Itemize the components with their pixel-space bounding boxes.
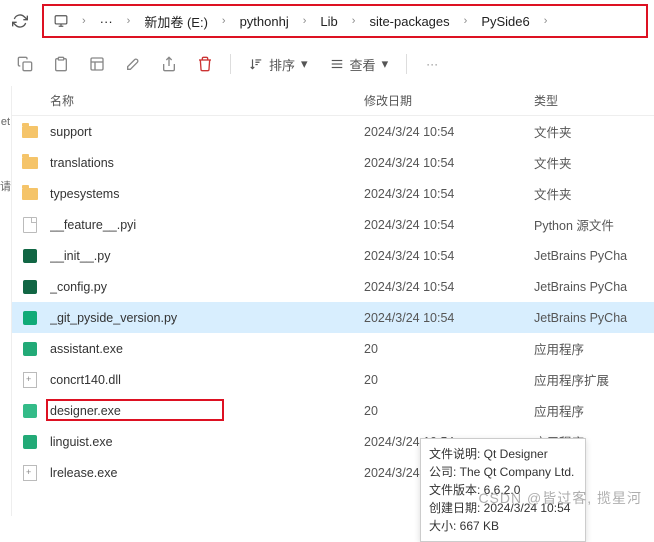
tooltip-line: 文件说明: Qt Designer: [429, 445, 577, 463]
folder-icon: [20, 153, 40, 173]
file-name: designer.exe: [50, 404, 364, 418]
file-name: support: [50, 125, 364, 139]
file-name: _git_pyside_version.py: [50, 311, 364, 325]
file-row[interactable]: concrt140.dll20应用程序扩展: [12, 364, 654, 395]
file-row[interactable]: translations2024/3/24 10:54文件夹: [12, 147, 654, 178]
file-type: 20: [364, 373, 534, 387]
file-type: 20: [364, 342, 534, 356]
tooltip-line: 文件版本: 6.6.2.0: [429, 481, 577, 499]
jetbrains-py-icon: [20, 246, 40, 266]
file-row[interactable]: _git_pyside_version.py2024/3/24 10:54Jet…: [12, 302, 654, 333]
chevron-down-icon: ▾: [301, 56, 308, 72]
col-header-type[interactable]: 类型: [534, 92, 654, 109]
file-name: __init__.py: [50, 249, 364, 263]
view-button[interactable]: 查看 ▾: [322, 55, 397, 74]
column-headers: 名称 修改日期 类型: [12, 86, 654, 116]
file-name: translations: [50, 156, 364, 170]
folder-icon: [20, 184, 40, 204]
divider: [230, 54, 231, 74]
file-name: typesystems: [50, 187, 364, 201]
exe-icon: [20, 401, 40, 421]
file-list: support2024/3/24 10:54文件夹translations202…: [12, 116, 654, 488]
rename-icon[interactable]: [118, 49, 148, 79]
col-header-name[interactable]: 名称: [50, 92, 364, 109]
file-row[interactable]: __init__.py2024/3/24 10:54JetBrains PyCh…: [12, 240, 654, 271]
paste-icon[interactable]: [82, 49, 112, 79]
side-text: 请: [0, 178, 11, 194]
left-edge: et 请: [0, 86, 12, 516]
tooltip-line: 公司: The Qt Company Ltd.: [429, 463, 577, 481]
toolbar: 排序 ▾ 查看 ▾ ···: [0, 42, 654, 86]
cut-icon[interactable]: [10, 49, 40, 79]
view-icon: [330, 57, 344, 71]
exe-icon: [20, 339, 40, 359]
file-name: linguist.exe: [50, 435, 364, 449]
folder-icon: [20, 122, 40, 142]
file-row[interactable]: _config.py2024/3/24 10:54JetBrains PyCha: [12, 271, 654, 302]
dll-icon: [20, 463, 40, 483]
file-type: 20: [364, 404, 534, 418]
file-row[interactable]: __feature__.pyi2024/3/24 10:54Python 源文件: [12, 209, 654, 240]
trash-icon[interactable]: [190, 49, 220, 79]
divider: [406, 54, 407, 74]
share-icon[interactable]: [154, 49, 184, 79]
side-text: et: [1, 116, 10, 128]
file-row[interactable]: typesystems2024/3/24 10:54文件夹: [12, 178, 654, 209]
file-name: concrt140.dll: [50, 373, 364, 387]
refresh-button[interactable]: [6, 7, 34, 35]
dll-icon: [20, 370, 40, 390]
exe-icon: [20, 432, 40, 452]
sort-label: 排序: [269, 55, 295, 74]
chevron-down-icon: ▾: [382, 56, 389, 72]
file-type: 2024/3/24 10:54: [364, 280, 534, 294]
file-name: _config.py: [50, 280, 364, 294]
file-row[interactable]: assistant.exe20应用程序: [12, 333, 654, 364]
more-button[interactable]: ···: [417, 49, 447, 79]
col-header-date[interactable]: 修改日期: [364, 92, 534, 109]
file-type: 2024/3/24 10:54: [364, 218, 534, 232]
pyi-file-icon: [20, 215, 40, 235]
file-row[interactable]: designer.exe20应用程序: [12, 395, 654, 426]
file-tooltip: 文件说明: Qt Designer 公司: The Qt Company Ltd…: [420, 438, 586, 542]
jetbrains-py-icon: [20, 308, 40, 328]
view-label: 查看: [350, 55, 376, 74]
copy-icon[interactable]: [46, 49, 76, 79]
file-type: 2024/3/24 10:54: [364, 187, 534, 201]
file-type: 2024/3/24 10:54: [364, 311, 534, 325]
file-type: 2024/3/24 10:54: [364, 156, 534, 170]
sort-button[interactable]: 排序 ▾: [241, 55, 316, 74]
breadcrumb-highlight-box: [42, 4, 648, 38]
file-row[interactable]: support2024/3/24 10:54文件夹: [12, 116, 654, 147]
file-name: lrelease.exe: [50, 466, 364, 480]
file-type: 2024/3/24 10:54: [364, 249, 534, 263]
tooltip-line: 大小: 667 KB: [429, 517, 577, 535]
sort-icon: [249, 57, 263, 71]
file-type: 2024/3/24 10:54: [364, 125, 534, 139]
jetbrains-py-icon: [20, 277, 40, 297]
file-name: assistant.exe: [50, 342, 364, 356]
file-name: __feature__.pyi: [50, 218, 364, 232]
tooltip-line: 创建日期: 2024/3/24 10:54: [429, 499, 577, 517]
